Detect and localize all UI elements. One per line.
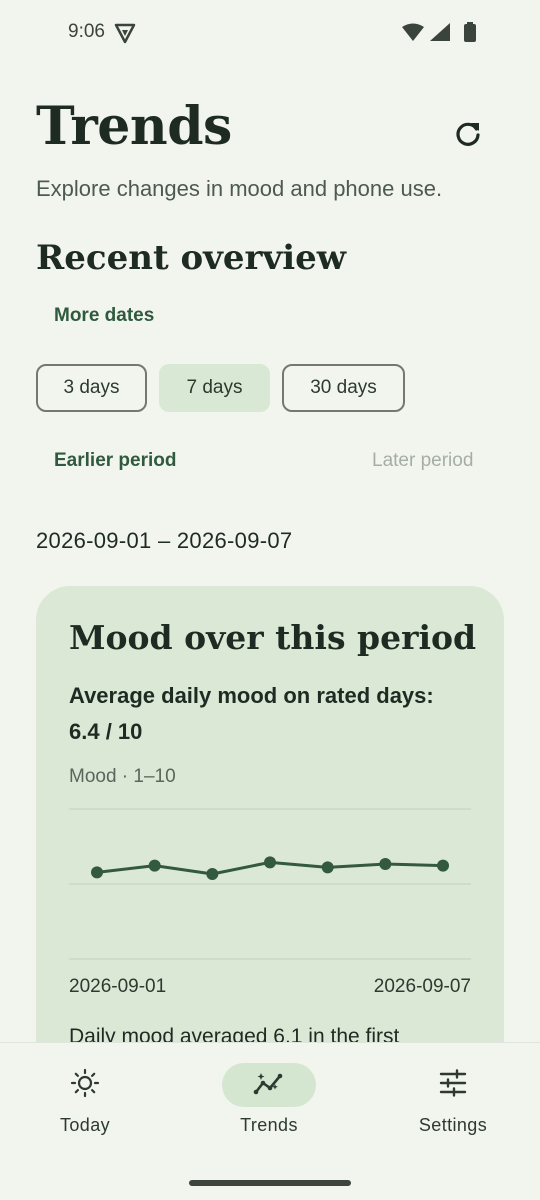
- mood-chart: [69, 808, 471, 960]
- signal-icon: [430, 23, 450, 46]
- more-dates-button[interactable]: More dates: [54, 305, 154, 327]
- nav-today[interactable]: Today: [15, 1063, 155, 1153]
- nav-settings-label: Settings: [418, 1115, 488, 1135]
- nav-today-pill: [38, 1063, 132, 1107]
- home-indicator: [189, 1180, 351, 1186]
- mood-point-2026-09-03: [206, 868, 219, 880]
- battery-icon: [464, 22, 476, 47]
- page-subtitle: Explore changes in mood and phone use.: [36, 176, 443, 201]
- mood-point-2026-09-06: [379, 858, 392, 870]
- bottom-navigation: Today Trends Settings: [0, 1042, 540, 1200]
- nav-today-label: Today: [59, 1115, 111, 1135]
- earlier-period-button[interactable]: Earlier period: [54, 450, 177, 472]
- x-axis-start: 2026-09-01: [69, 976, 167, 997]
- mood-point-2026-09-05: [321, 861, 334, 874]
- nav-trends-pill: [222, 1063, 316, 1107]
- trends-icon: [253, 1069, 285, 1102]
- mood-point-2026-09-02: [148, 859, 161, 872]
- nav-settings-pill: [406, 1063, 500, 1107]
- date-range: 2026-09-01 – 2026-09-07: [36, 528, 293, 553]
- wifi-icon: [402, 23, 424, 46]
- range-chip-7-days[interactable]: 7 days: [159, 364, 270, 412]
- range-chip-3-days[interactable]: 3 days: [36, 364, 147, 412]
- nav-trends[interactable]: Trends: [199, 1063, 339, 1153]
- vpn-icon: [114, 22, 136, 49]
- page-title: Trends: [36, 96, 232, 157]
- axis-label: Mood · 1–10: [69, 766, 176, 787]
- average-mood: Average daily mood on rated days: 6.4 / …: [69, 683, 434, 744]
- mood-point-2026-09-01: [91, 866, 103, 879]
- status-time: 9:06: [68, 21, 105, 42]
- later-period-button[interactable]: Later period: [372, 450, 473, 472]
- section-title: Recent overview: [36, 238, 347, 278]
- x-axis-end: 2026-09-07: [373, 976, 471, 997]
- nav-trends-label: Trends: [240, 1115, 298, 1135]
- sliders-icon: [439, 1068, 467, 1102]
- range-chip-30-days[interactable]: 30 days: [282, 364, 405, 412]
- sun-icon: [70, 1068, 100, 1103]
- status-bar: 9:06: [0, 0, 540, 64]
- card-title: Mood over this period: [69, 618, 477, 657]
- mood-point-2026-09-07: [437, 859, 449, 872]
- nav-settings[interactable]: Settings: [383, 1063, 523, 1153]
- mood-point-2026-09-04: [264, 856, 276, 869]
- refresh-icon[interactable]: [452, 118, 484, 150]
